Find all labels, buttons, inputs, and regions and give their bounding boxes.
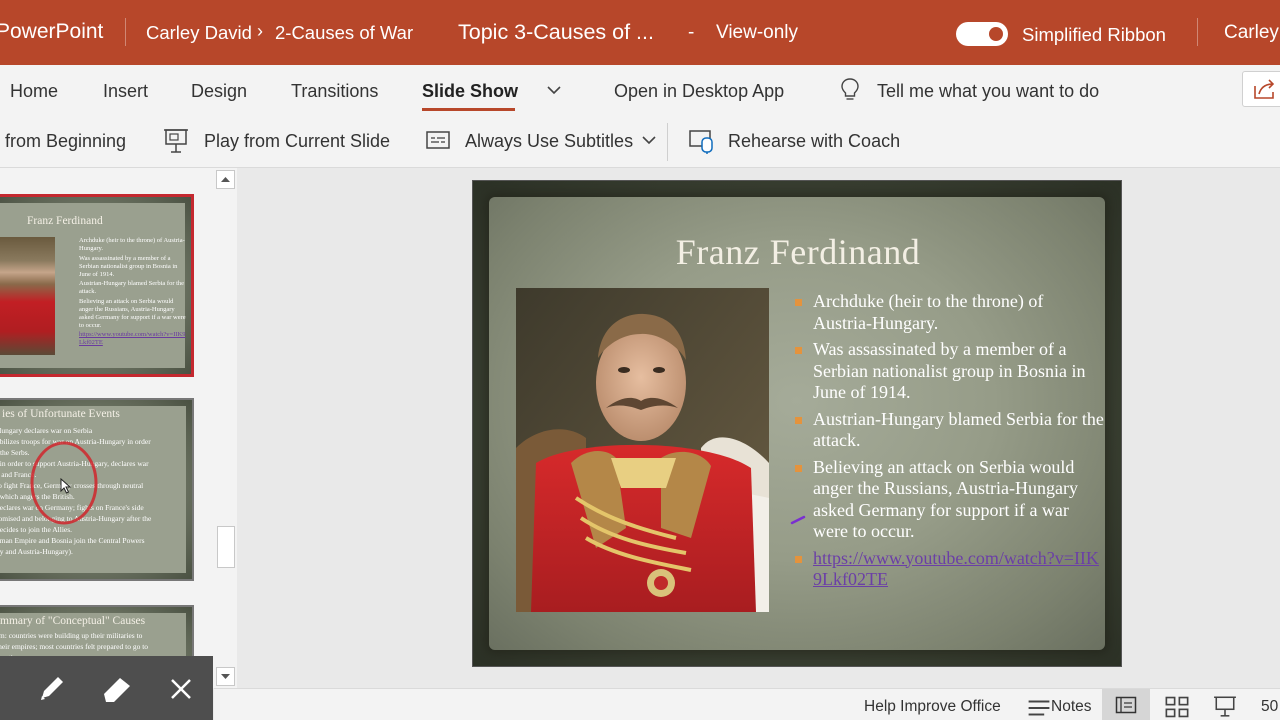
thumbnail-line: Hungary declares war on Serbia	[0, 426, 93, 435]
ribbon-commands: from Beginning Play from Current Slide A…	[0, 115, 1280, 168]
scroll-down-button[interactable]	[216, 667, 235, 686]
tab-home[interactable]: Home	[10, 81, 58, 102]
pen-toolbar	[0, 656, 213, 720]
present-icon	[164, 129, 188, 153]
thumbnail-title: ies of Unfortunate Events	[2, 408, 120, 420]
active-tab-indicator	[422, 108, 515, 111]
eraser-icon[interactable]	[100, 674, 134, 704]
reading-view-icon[interactable]	[1212, 694, 1238, 718]
slide-thumbnail-franz-ferdinand[interactable]: Franz Ferdinand Archduke (heir to the th…	[0, 194, 194, 377]
slide-title: Franz Ferdinand	[675, 232, 921, 272]
command-separator	[667, 123, 668, 161]
breadcrumb-chevron-icon: ›	[257, 21, 263, 41]
lightbulb-icon	[841, 78, 859, 100]
normal-view-button[interactable]	[1102, 689, 1150, 720]
slide-bullet: Was assassinated by a member of a Serbia…	[795, 339, 1105, 404]
user-name[interactable]: Carley	[1224, 22, 1279, 44]
notes-icon	[1028, 700, 1050, 716]
thumbnail-line: their empires; most countries felt prepa…	[0, 642, 149, 651]
pen-icon[interactable]	[36, 674, 68, 704]
franz-ferdinand-portrait-image	[516, 288, 769, 612]
thumbnail-line: ny and Austria-Hungary).	[0, 547, 73, 556]
thumbnail-line: Austrian-Hungary blamed Serbia for the a…	[79, 280, 185, 295]
slide-thumbnail-series-of-events[interactable]: ies of Unfortunate Events Hungary declar…	[0, 398, 194, 581]
tab-slide-show[interactable]: Slide Show	[422, 81, 518, 102]
tell-me-search[interactable]: Tell me what you want to do	[877, 81, 1099, 102]
rehearse-with-coach-button[interactable]: Rehearse with Coach	[728, 131, 900, 152]
share-icon	[1254, 79, 1275, 99]
pen-stroke-mark	[790, 515, 806, 525]
title-bar: PowerPoint Carley David › 2-Causes of Wa…	[0, 0, 1280, 65]
breadcrumb-owner[interactable]: Carley David	[146, 22, 252, 44]
breadcrumb-folder[interactable]: 2-Causes of War	[275, 22, 413, 44]
slide-sorter-icon[interactable]	[1164, 695, 1190, 719]
ribbon-tabs: Home Insert Design Transitions Slide Sho…	[0, 65, 1280, 115]
app-name[interactable]: PowerPoint	[0, 20, 103, 44]
thumbnail-line: Archduke (heir to the throne) of Austria…	[79, 237, 185, 252]
scroll-down-arrow-icon	[221, 674, 230, 679]
slide-thumbnail-pane: Franz Ferdinand Archduke (heir to the th…	[0, 168, 214, 688]
thumbnail-line: oman Empire and Bosnia join the Central …	[0, 536, 145, 545]
scroll-thumb[interactable]	[217, 526, 235, 568]
open-in-desktop-app-button[interactable]: Open in Desktop App	[614, 81, 784, 102]
document-title[interactable]: Topic 3-Causes of ...	[458, 20, 654, 45]
simplified-ribbon-label: Simplified Ribbon	[1022, 24, 1166, 45]
tab-design[interactable]: Design	[191, 81, 247, 102]
thumbnail-line: sm: countries were building up their mil…	[0, 631, 143, 640]
thumbnail-link: https://www.youtube.com/watch?v=IIK9Lkf0…	[79, 331, 186, 346]
mouse-cursor-icon	[60, 478, 72, 494]
title-dash: -	[688, 22, 695, 43]
thumbnail-portrait-image	[0, 237, 55, 355]
simplified-ribbon-toggle[interactable]	[956, 22, 1008, 46]
subtitles-dropdown-chevron-down-icon[interactable]	[641, 132, 657, 148]
always-use-subtitles-button[interactable]: Always Use Subtitles	[465, 131, 633, 152]
thumbnail-text: Archduke (heir to the throne) of Austria…	[79, 237, 189, 349]
zoom-level[interactable]: 50	[1261, 698, 1278, 716]
toggle-knob	[989, 27, 1003, 41]
slide-bullet: Austrian-Hungary blamed Serbia for the a…	[795, 409, 1105, 452]
title-separator	[125, 18, 126, 46]
title-separator	[1197, 18, 1198, 46]
thumbnail-line: Believing an attack on Serbia would ange…	[79, 297, 186, 329]
slide-bullet: Archduke (heir to the throne) of Austria…	[795, 291, 1105, 334]
more-tabs-chevron-down-icon[interactable]	[546, 79, 562, 99]
help-improve-office-button[interactable]: Help Improve Office	[864, 698, 1001, 716]
tab-transitions[interactable]: Transitions	[291, 81, 378, 102]
slide-bullet-list: Archduke (heir to the throne) of Austria…	[795, 291, 1105, 596]
close-icon[interactable]	[168, 676, 194, 702]
thumbnail-line: Was assassinated by a member of a Serbia…	[79, 254, 178, 278]
scroll-up-button[interactable]	[216, 170, 235, 189]
coach-icon	[689, 130, 713, 154]
play-from-current-slide-button[interactable]: Play from Current Slide	[204, 131, 390, 152]
scroll-up-arrow-icon	[221, 177, 230, 182]
thumbnail-title: mmary of "Conceptual" Causes	[0, 615, 146, 627]
youtube-link[interactable]: https://www.youtube.com/watch?v=IIK9Lkf0…	[795, 548, 1105, 591]
tab-insert[interactable]: Insert	[103, 81, 148, 102]
slide-bullet: Believing an attack on Serbia would ange…	[795, 457, 1105, 543]
normal-view-icon	[1115, 696, 1137, 714]
thumbnail-scrollbar[interactable]	[214, 168, 237, 688]
thumbnail-title: Franz Ferdinand	[27, 215, 103, 227]
from-beginning-button[interactable]: from Beginning	[5, 131, 126, 152]
share-button[interactable]	[1242, 71, 1280, 107]
notes-button[interactable]: Notes	[1051, 698, 1092, 716]
status-bar: Help Improve Office Notes 50	[214, 688, 1280, 720]
current-slide[interactable]: Franz Ferdinand Archduke (heir to the th…	[472, 180, 1122, 667]
view-mode-label[interactable]: View-only	[716, 22, 798, 44]
subtitles-icon	[426, 131, 450, 149]
